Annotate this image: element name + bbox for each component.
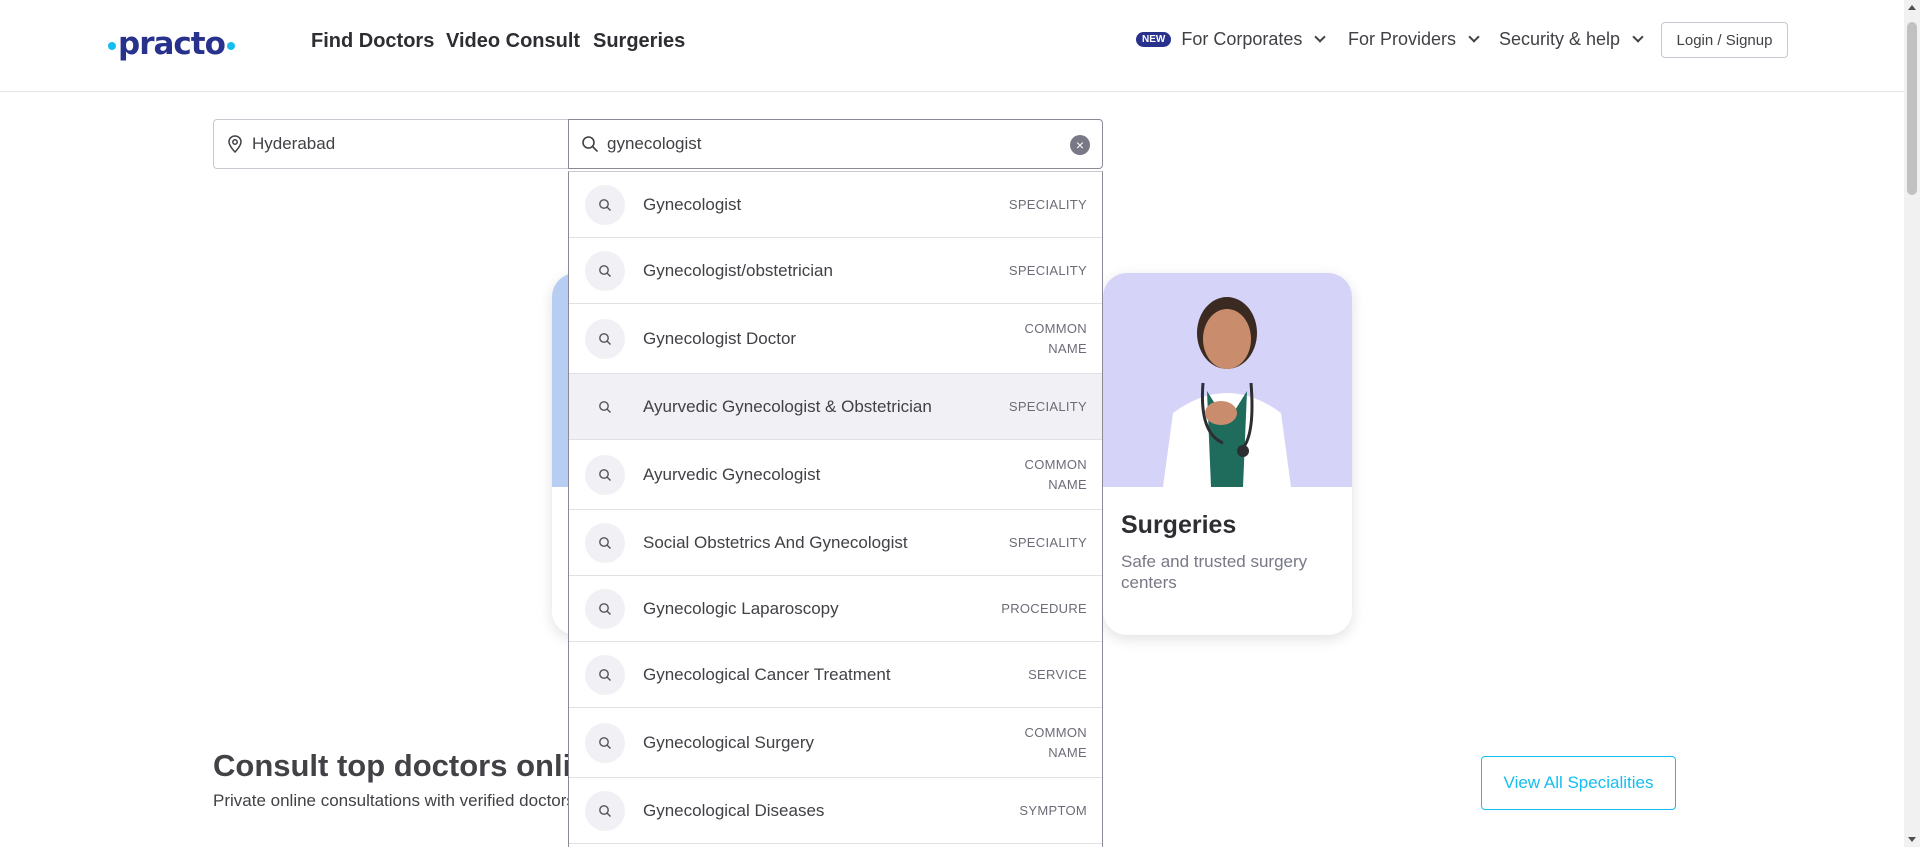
suggestion-type: SPECIALITY [1008,262,1087,278]
search-icon [585,790,625,831]
suggestion-item[interactable]: Gynecological Cancer Treatment SERVICE [569,642,1102,708]
location-value: Hyderabad [252,134,336,153]
nav-surgeries[interactable]: Surgeries [593,30,685,53]
suggestion-type: COMMON NAME [1024,724,1087,760]
suggestion-item[interactable]: Social Obstetrics And Gynecologist SPECI… [569,510,1102,576]
suggestion-item[interactable]: Gynecological Diseases SYMPTOM [569,778,1102,844]
nav-for-providers[interactable]: For Providers [1348,29,1480,50]
search-icon [585,522,625,563]
chevron-down-icon [1632,31,1644,43]
surgeries-card-title: Surgeries [1121,511,1237,539]
search-icon [585,387,625,427]
nav-security-help-label: Security & help [1499,29,1621,49]
search-icon [582,136,598,152]
location-pin-icon [228,135,242,153]
suggestion-item[interactable]: Gynecologist Doctor COMMON NAME [569,304,1102,374]
suggestion-type: PROCEDURE [1001,600,1087,616]
search-icon [585,250,625,291]
search-icon [585,654,625,695]
suggestion-type: SERVICE [1028,666,1087,682]
practo-logo[interactable]: practo [106,26,237,62]
section-subtitle: Private online consultations with verifi… [213,791,575,810]
nav-for-providers-label: For Providers [1348,29,1457,49]
doctor-image [1103,273,1352,487]
search-icon [585,722,625,763]
nav-security-help[interactable]: Security & help [1499,29,1644,50]
search-icon [585,454,625,495]
search-icon [585,318,625,359]
page-scrollbar[interactable] [1904,0,1920,847]
suggestion-type: SPECIALITY [1008,398,1087,414]
suggestion-item-highlighted[interactable]: Ayurvedic Gynecologist & Obstetrician SP… [569,374,1102,440]
nav-find-doctors[interactable]: Find Doctors [311,30,434,53]
suggestion-type: COMMON NAME [1024,456,1087,492]
chevron-down-icon [1468,31,1480,43]
scroll-thumb[interactable] [1907,22,1917,195]
new-badge: NEW [1136,32,1172,47]
section-title: Consult top doctors online [213,748,608,783]
suggestion-item[interactable]: Ayurvedic Gynecologist COMMON NAME [569,440,1102,510]
suggestion-type: SPECIALITY [1008,534,1087,550]
search-icon [585,588,625,629]
top-header: practo Find Doctors Video Consult Surger… [0,0,1904,92]
nav-video-consult[interactable]: Video Consult [446,30,580,53]
suggestion-item[interactable]: Gynecologist SPECIALITY [569,172,1102,238]
search-field[interactable]: × [568,119,1103,169]
login-signup-button[interactable]: Login / Signup [1661,22,1788,58]
nav-for-corporates-label: For Corporates [1181,29,1303,49]
location-input[interactable]: Hyderabad [213,119,570,169]
chevron-down-icon [1314,31,1327,43]
suggestion-item[interactable]: Gynecologic Laparoscopy PROCEDURE [569,576,1102,642]
scroll-up-arrow-icon[interactable] [1908,5,1916,10]
surgeries-card[interactable]: Surgeries Safe and trusted surgery cente… [1103,273,1352,635]
search-icon [585,184,625,225]
suggestion-type: SYMPTOM [1019,802,1087,818]
nav-for-corporates[interactable]: NEW For Corporates [1136,29,1327,50]
search-input[interactable] [607,134,1047,154]
surgeries-card-subtitle: Safe and trusted surgery centers [1121,552,1308,592]
suggestion-type: SPECIALITY [1008,196,1087,212]
scroll-down-arrow-icon[interactable] [1908,837,1916,842]
clear-search-icon[interactable]: × [1070,135,1090,155]
suggestion-item[interactable]: Gynecological Surgery COMMON NAME [569,708,1102,778]
suggestion-type: COMMON NAME [1024,320,1087,356]
suggestion-item[interactable]: Gynecologist/obstetrician SPECIALITY [569,238,1102,304]
search-suggestions-dropdown: Gynecologist SPECIALITY Gynecologist/obs… [568,171,1103,847]
view-all-specialities-button[interactable]: View All Specialities [1481,756,1676,810]
